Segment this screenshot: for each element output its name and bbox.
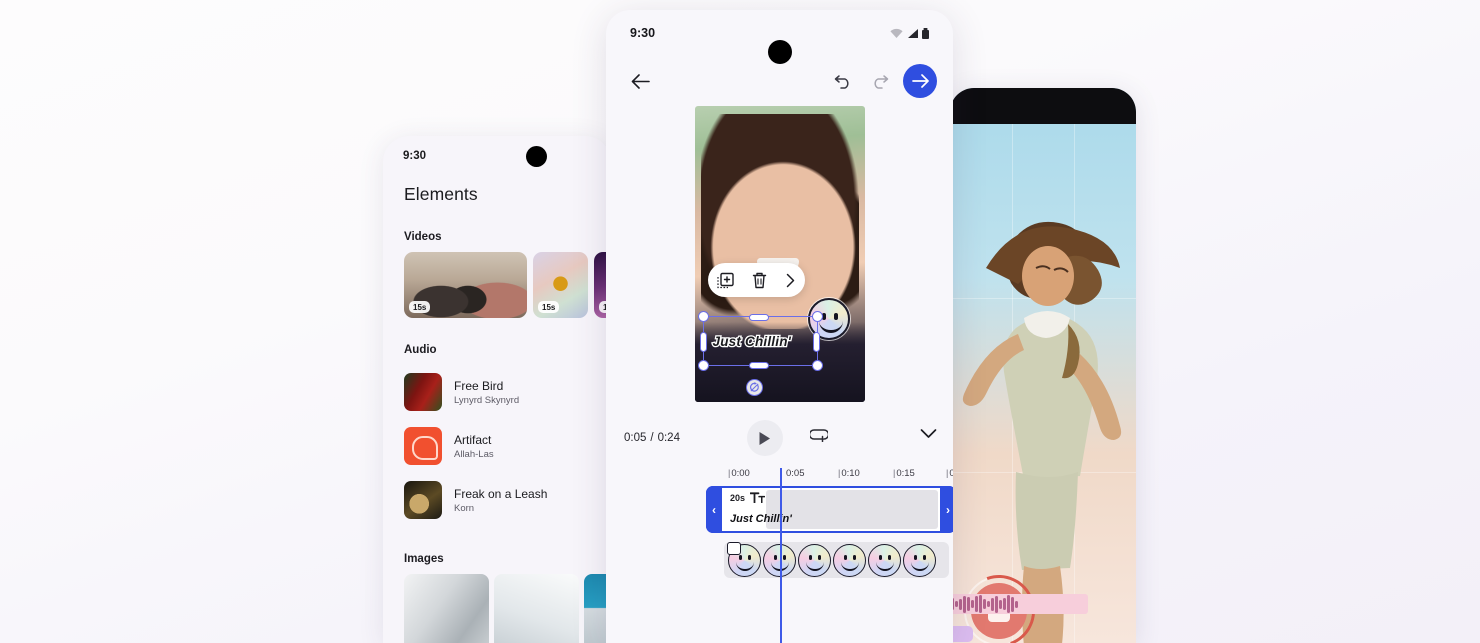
timeline-text-clip[interactable]: ‹ › 20s Just Chillin' — [706, 486, 953, 533]
sticker-thumbnail[interactable] — [903, 543, 936, 577]
collapse-panel-button[interactable] — [920, 426, 937, 444]
total-duration: 0:24 — [657, 432, 680, 444]
left-status-bar: 9:30 — [383, 136, 611, 176]
clip-meta: 20s — [730, 492, 766, 503]
sticker-thumbnail[interactable] — [798, 543, 831, 577]
ruler-tick: 0:10 — [838, 468, 860, 479]
back-arrow-icon — [631, 73, 650, 89]
video-thumbnail[interactable]: 15s — [533, 252, 588, 318]
audio-title: Free Bird — [454, 378, 504, 393]
ruler-tick: 0 — [946, 468, 953, 479]
audio-title: Artifact — [454, 432, 492, 447]
timeline-ruler[interactable]: 0:00 0:05 0:10 0:15 0 — [716, 468, 953, 484]
current-time: 0:05 — [624, 432, 647, 444]
text-overlay[interactable]: Just Chillin' — [711, 333, 792, 351]
audio-title: Freak on a Leash — [454, 486, 548, 501]
timeline[interactable]: 0:00 0:05 0:10 0:15 0 ‹ › 20s Just Chill… — [606, 468, 953, 643]
cellular-signal-icon — [908, 28, 918, 38]
resize-handle-right[interactable] — [813, 332, 820, 352]
preview-area: Just Chillin' — [606, 106, 953, 402]
status-time: 9:30 — [403, 150, 427, 162]
time-separator: / — [650, 432, 654, 444]
videos-row[interactable]: 15s 15s 15s — [383, 252, 611, 318]
trash-icon[interactable] — [752, 272, 767, 289]
camera-punch-hole — [526, 146, 547, 167]
list-item[interactable]: Freak on a Leash Korn — [383, 473, 611, 527]
sticker-thumbnail[interactable] — [833, 543, 866, 577]
page-title: Elements — [404, 184, 478, 204]
camera-top-bar — [950, 88, 1136, 124]
undo-icon — [834, 75, 849, 89]
album-art — [404, 373, 442, 411]
camera-punch-hole — [767, 40, 792, 64]
loop-button[interactable] — [808, 426, 829, 447]
redo-button[interactable] — [861, 63, 897, 99]
playback-controls: 0:05 / 0:24 — [606, 414, 953, 462]
camera-preview-subject — [962, 221, 1122, 643]
clip-trim-handle-right[interactable]: › — [940, 486, 953, 533]
loop-icon — [808, 429, 829, 443]
section-heading-videos: Videos — [404, 231, 442, 243]
system-icons — [890, 27, 929, 39]
arrow-right-icon — [911, 74, 929, 88]
section-heading-images: Images — [404, 553, 444, 565]
resize-handle-top[interactable] — [748, 313, 769, 321]
timeline-sticker-track[interactable] — [724, 542, 949, 578]
chevron-right-icon[interactable] — [785, 273, 796, 288]
wifi-icon — [890, 28, 903, 38]
audio-artist: Allah-Las — [454, 448, 494, 460]
video-editor-phone: 9:30 Just Chillin' 0:05 / 0:24 | 0:00 0:… — [606, 10, 953, 643]
album-art — [404, 427, 442, 465]
resize-handle-bottom-left[interactable] — [697, 360, 709, 371]
images-row[interactable] — [383, 574, 611, 643]
list-item[interactable]: Artifact Allah-Las — [383, 419, 611, 473]
sticker-badge-icon — [727, 542, 741, 555]
text-format-icon — [750, 492, 766, 503]
chevron-down-icon — [920, 429, 937, 438]
elements-panel-phone: 9:30 Elements Videos 15s 15s 15s Audio F… — [383, 136, 611, 643]
ruler-tick: 0:15 — [893, 468, 915, 479]
section-heading-audio: Audio — [404, 344, 437, 356]
ruler-tick: 0:00 — [728, 468, 750, 479]
play-button[interactable] — [746, 420, 783, 456]
list-item[interactable]: Free Bird Lynyrd Skynyrd — [383, 365, 611, 419]
rotate-handle[interactable] — [745, 379, 763, 396]
resize-handle-bottom[interactable] — [748, 361, 769, 369]
duration-badge: 15s — [409, 301, 431, 313]
video-preview-canvas[interactable]: Just Chillin' — [694, 106, 865, 402]
ruler-tick: 0:05 — [786, 468, 805, 479]
duration-badge: 15s — [538, 301, 560, 313]
overlay-context-menu[interactable] — [707, 263, 805, 297]
camera-phone — [950, 88, 1136, 643]
album-art — [404, 481, 442, 519]
sticker-thumbnail[interactable] — [727, 542, 761, 577]
timeline-playhead[interactable] — [780, 468, 782, 643]
resize-handle-bottom-right[interactable] — [811, 360, 823, 371]
sticker-thumbnail[interactable] — [868, 543, 901, 577]
next-button[interactable] — [903, 64, 937, 98]
video-thumbnail[interactable]: 15s — [404, 252, 527, 318]
resize-handle-left[interactable] — [700, 332, 707, 352]
battery-icon — [922, 27, 929, 39]
image-thumbnail[interactable] — [404, 574, 489, 643]
redo-icon — [873, 75, 888, 89]
status-time: 9:30 — [630, 26, 656, 40]
editor-status-bar: 9:30 — [606, 10, 953, 64]
play-icon — [759, 431, 770, 445]
undo-button[interactable] — [825, 63, 861, 99]
resize-handle-top-right[interactable] — [811, 311, 823, 322]
audio-artist: Korn — [454, 502, 475, 514]
audio-artist: Lynyrd Skynyrd — [454, 394, 520, 406]
image-thumbnail[interactable] — [494, 574, 579, 643]
clip-duration: 20s — [730, 492, 746, 503]
clip-trim-handle-left[interactable]: ‹ — [706, 486, 722, 533]
resize-handle-top-left[interactable] — [697, 311, 709, 322]
duplicate-icon[interactable] — [716, 272, 734, 289]
rotate-icon — [749, 382, 759, 392]
clip-label: Just Chillin' — [730, 513, 792, 525]
back-button[interactable] — [622, 63, 658, 99]
